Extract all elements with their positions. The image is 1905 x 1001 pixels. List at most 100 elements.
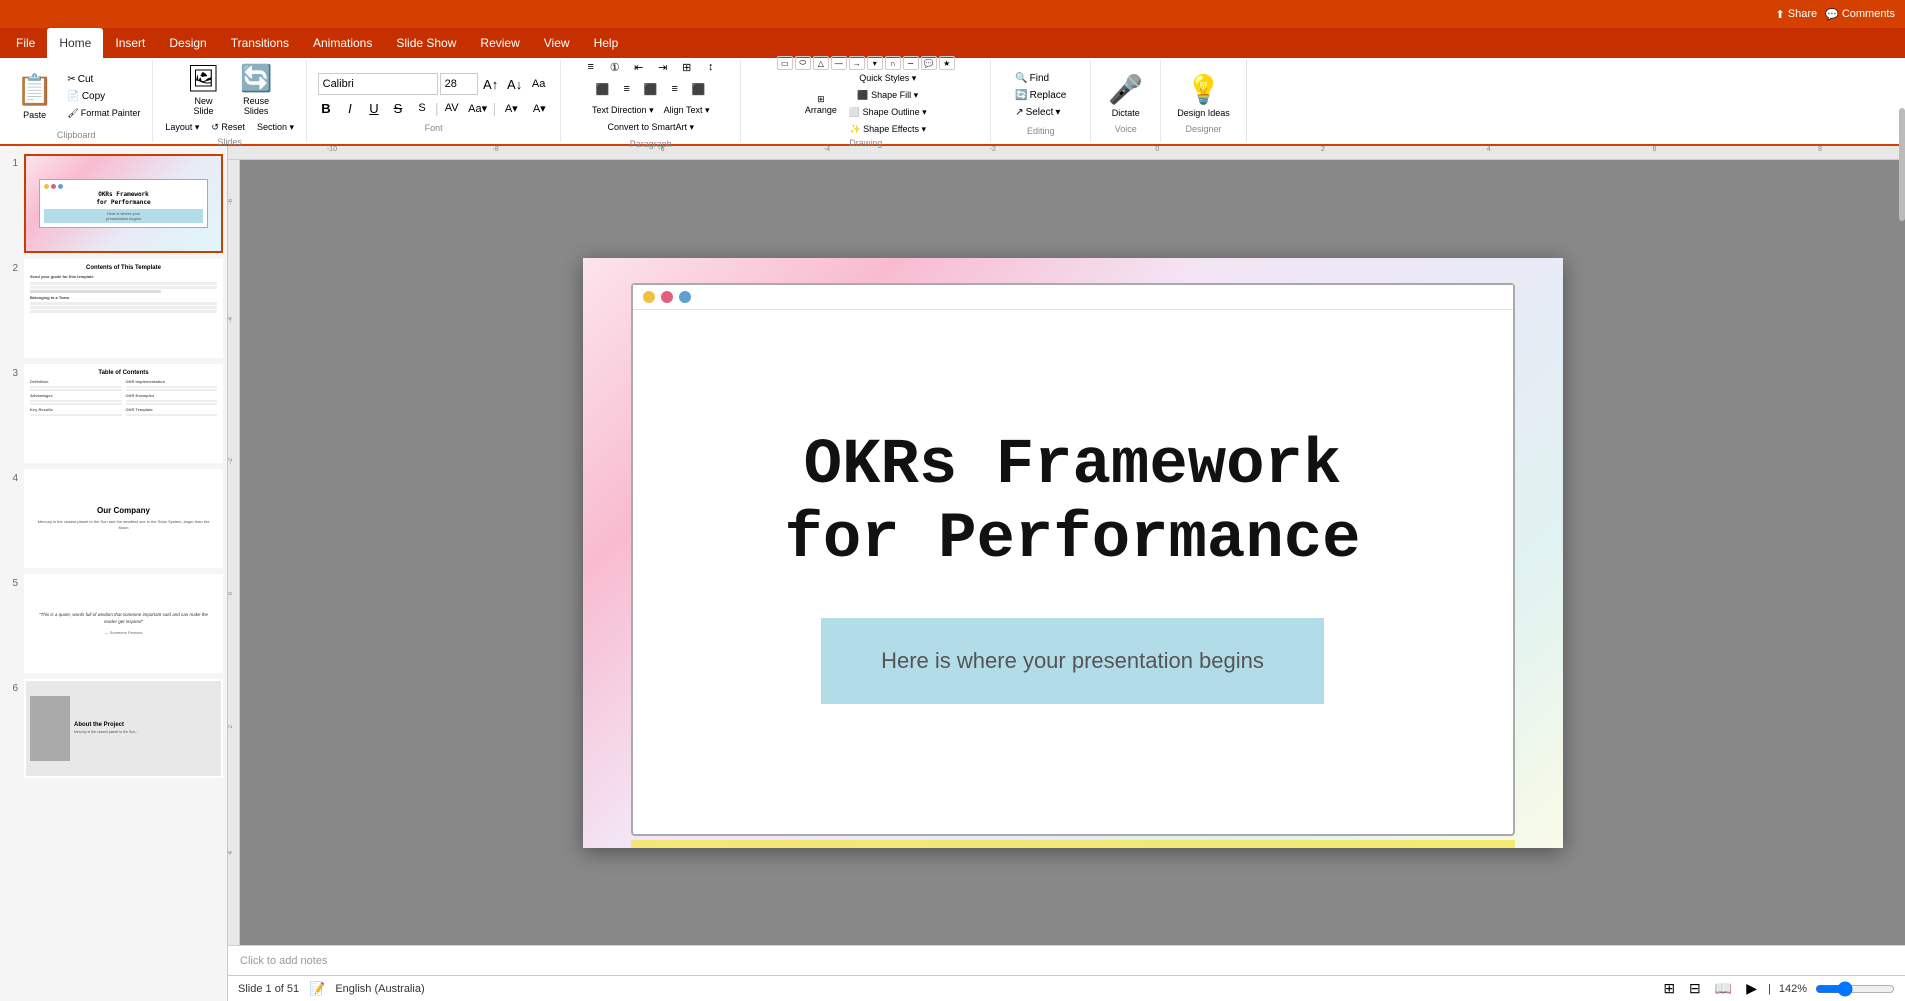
shape-outline-button[interactable]: ⬜ Shape Outline ▾ xyxy=(845,105,931,120)
shape-callout-button[interactable]: 💬 xyxy=(921,56,937,70)
tab-review[interactable]: Review xyxy=(468,28,531,58)
font-size-input[interactable] xyxy=(440,73,478,95)
slide-canvas[interactable]: OKRs Framework for Performance Here is w… xyxy=(583,258,1563,848)
tab-slide-show[interactable]: Slide Show xyxy=(384,28,468,58)
underline-button[interactable]: U xyxy=(363,97,385,119)
increase-indent-button[interactable]: ⇥ xyxy=(652,57,674,77)
replace-button[interactable]: 🔄 Replace xyxy=(1011,88,1070,103)
convert-smartart-button[interactable]: Convert to SmartArt ▾ xyxy=(603,120,698,135)
shape-fill-button[interactable]: ⬛ Shape Fill ▾ xyxy=(845,88,931,103)
tab-file[interactable]: File xyxy=(4,28,47,58)
change-case-button[interactable]: Aa▾ xyxy=(465,97,491,119)
clear-format-button[interactable]: Aa xyxy=(528,73,550,95)
align-text-button[interactable]: Align Text ▾ xyxy=(660,103,714,118)
slides-group: 🖼 NewSlide 🔄 ReuseSlides Layout ▾ ↺ Rese… xyxy=(153,60,307,142)
browser-dot-blue xyxy=(679,291,691,303)
designer-label: Designer xyxy=(1186,124,1222,134)
highlight-button[interactable]: A▾ xyxy=(526,97,552,119)
zoom-value: 142% xyxy=(1779,983,1807,995)
font-color-button[interactable]: A▾ xyxy=(498,97,524,119)
slide-5-thumb[interactable]: "This is a quote, words full of wisdom t… xyxy=(24,574,223,673)
arrange-button[interactable]: ⊞Arrange xyxy=(801,92,841,117)
slide-3-thumb[interactable]: Table of Contents Definition Advantages … xyxy=(24,364,223,463)
tab-insert[interactable]: Insert xyxy=(103,28,157,58)
shape-star-button[interactable]: ★ xyxy=(939,56,955,70)
strikethrough-button[interactable]: S xyxy=(387,97,409,119)
comments-button[interactable]: 💬 Comments xyxy=(1825,8,1895,21)
slide-notes-icon: 📝 xyxy=(309,981,325,997)
bullets-button[interactable]: ≡ xyxy=(580,57,602,77)
slide-3-number: 3 xyxy=(4,364,18,379)
tab-transitions[interactable]: Transitions xyxy=(219,28,301,58)
slide-2-wrapper: 2 Contents of This Template Send your gu… xyxy=(4,259,223,358)
cut-button[interactable]: ✂ Cut xyxy=(63,72,144,87)
shape-oval-button[interactable]: ⬭ xyxy=(795,56,811,70)
char-spacing-button[interactable]: AV xyxy=(441,97,463,119)
reuse-slides-button[interactable]: 🔄 ReuseSlides xyxy=(232,59,280,120)
shape-effects-button[interactable]: ✨ Shape Effects ▾ xyxy=(845,122,931,137)
increase-font-button[interactable]: A↑ xyxy=(480,73,502,95)
slide-1-thumb[interactable]: OKRs Frameworkfor Performance Here is wh… xyxy=(24,154,223,253)
reuse-slides-icon: 🔄 xyxy=(240,63,272,94)
columns-button[interactable]: ⊞ xyxy=(676,57,698,77)
shape-line-button[interactable]: — xyxy=(831,56,847,70)
share-button[interactable]: ⬆ Share xyxy=(1776,8,1818,21)
justify-button[interactable]: ≡ xyxy=(664,79,686,99)
design-ideas-button[interactable]: 💡 Design Ideas xyxy=(1169,69,1238,122)
align-left-button[interactable]: ⬛ xyxy=(592,79,614,99)
slide-6-wrapper: 6 About the Project Mercury is the close… xyxy=(4,679,223,778)
quick-styles-button[interactable]: Quick Styles ▾ xyxy=(845,71,931,86)
layout-button[interactable]: Layout ▾ xyxy=(161,120,203,135)
italic-button[interactable]: I xyxy=(339,97,361,119)
tab-animations[interactable]: Animations xyxy=(301,28,384,58)
shape-curve-button[interactable]: ∩ xyxy=(885,56,901,70)
slide-4-thumb[interactable]: Our Company Mercury is the closest plane… xyxy=(24,469,223,568)
new-slide-button[interactable]: 🖼 NewSlide xyxy=(179,59,228,120)
notes-placeholder[interactable]: Click to add notes xyxy=(240,955,327,967)
decrease-indent-button[interactable]: ⇤ xyxy=(628,57,650,77)
align-right-button[interactable]: ⬛ xyxy=(640,79,662,99)
reading-view-button[interactable]: 📖 xyxy=(1712,978,1735,999)
slides-label: Slides xyxy=(217,137,242,147)
find-button[interactable]: 🔍 Find xyxy=(1011,71,1070,86)
shape-rect-button[interactable]: ▭ xyxy=(777,56,793,70)
bold-button[interactable]: B xyxy=(315,97,337,119)
font-name-input[interactable] xyxy=(318,73,438,95)
shape-arrow-button[interactable]: → xyxy=(849,56,865,70)
shadow-button[interactable]: S xyxy=(411,97,433,119)
section-button[interactable]: Section ▾ xyxy=(253,120,298,135)
slide-6-thumb[interactable]: About the Project Mercury is the closest… xyxy=(24,679,223,778)
slide-subtitle-box[interactable]: Here is where your presentation begins xyxy=(821,618,1324,704)
browser-frame: OKRs Framework for Performance Here is w… xyxy=(631,283,1515,836)
shape-more-button[interactable]: ▾ xyxy=(867,56,883,70)
editing-label: Editing xyxy=(1027,126,1055,136)
line-spacing-button[interactable]: ↕ xyxy=(700,57,722,77)
decrease-font-button[interactable]: A↓ xyxy=(504,73,526,95)
copy-button[interactable]: 📄 Copy xyxy=(63,89,144,104)
zoom-slider[interactable] xyxy=(1815,981,1895,997)
center-button[interactable]: ≡ xyxy=(616,79,638,99)
drawing-group: ▭ ⬭ △ — → ▾ ∩ ∼ 💬 ★ ⊞Arrange Quick Style… xyxy=(741,60,991,142)
format-painter-button[interactable]: 🖌 Format Painter xyxy=(63,106,144,121)
slideshow-button[interactable]: ▶ xyxy=(1743,978,1760,999)
tab-view[interactable]: View xyxy=(532,28,582,58)
numbering-button[interactable]: ① xyxy=(604,57,626,77)
shape-tri-button[interactable]: △ xyxy=(813,56,829,70)
language-info: English (Australia) xyxy=(335,983,424,995)
select-button[interactable]: ↗ Select ▾ xyxy=(1011,105,1070,120)
slide-2-thumb[interactable]: Contents of This Template Send your guid… xyxy=(24,259,223,358)
dictate-button[interactable]: 🎤 Dictate xyxy=(1100,69,1151,122)
notes-area[interactable]: Click to add notes xyxy=(228,945,1905,975)
slide-sorter-button[interactable]: ⊟ xyxy=(1686,978,1704,999)
text-direction-button[interactable]: Text Direction ▾ xyxy=(588,103,658,118)
tab-design[interactable]: Design xyxy=(157,28,218,58)
slide-2-number: 2 xyxy=(4,259,18,274)
shape-freeform-button[interactable]: ∼ xyxy=(903,56,919,70)
paste-button[interactable]: 📋 Paste xyxy=(8,64,61,128)
tab-home[interactable]: Home xyxy=(47,28,103,58)
tab-help[interactable]: Help xyxy=(582,28,631,58)
reset-button[interactable]: ↺ Reset xyxy=(207,120,249,135)
rtl-button[interactable]: ⬛ xyxy=(688,79,710,99)
normal-view-button[interactable]: ⊞ xyxy=(1660,978,1678,999)
browser-content: OKRs Framework for Performance Here is w… xyxy=(633,310,1513,825)
